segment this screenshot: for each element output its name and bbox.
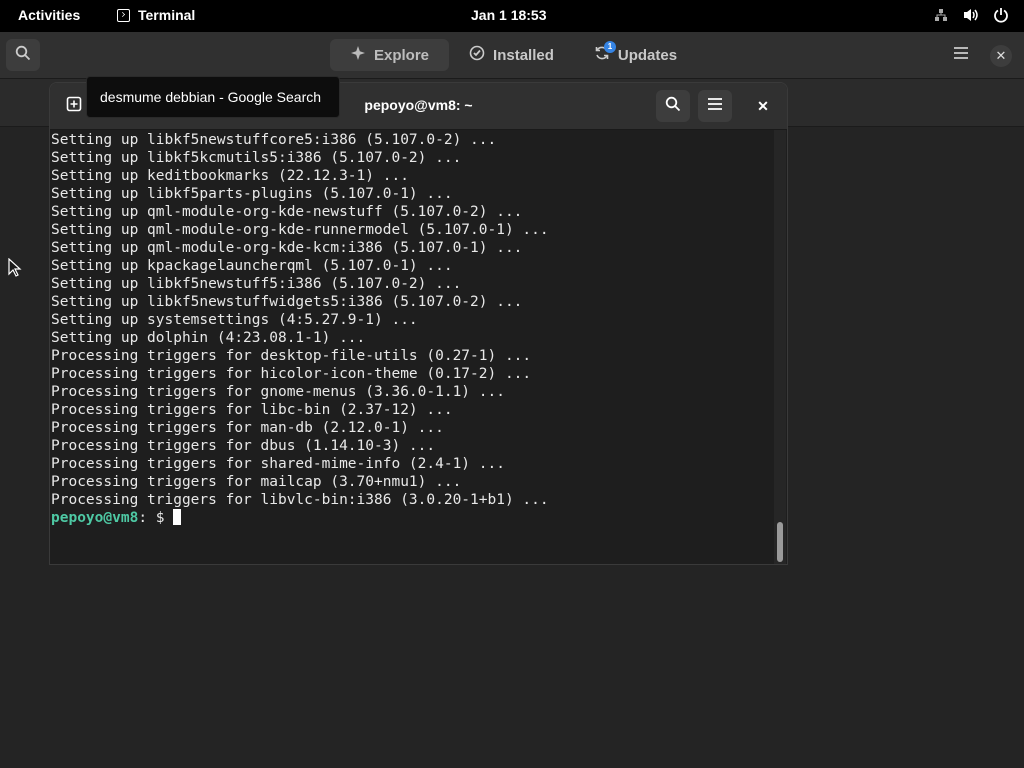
- system-tray[interactable]: [932, 6, 1010, 24]
- explore-icon: [350, 45, 366, 65]
- hamburger-icon: [953, 46, 969, 65]
- terminal-line: Setting up qml-module-org-kde-kcm:i386 (…: [51, 240, 523, 256]
- terminal-line: Setting up dolphin (4:23.08.1-1) ...: [51, 330, 366, 346]
- prompt-user: pepoyo@vm8: [51, 510, 139, 526]
- terminal-line: Setting up libkf5kcmutils5:i386 (5.107.0…: [51, 150, 462, 166]
- network-icon[interactable]: [932, 6, 950, 24]
- mouse-pointer-icon: [8, 257, 22, 283]
- terminal-line: Setting up qml-module-org-kde-runnermode…: [51, 222, 549, 238]
- terminal-line: Setting up libkf5newstuffwidgets5:i386 (…: [51, 294, 523, 310]
- updates-badge: 1: [604, 41, 616, 53]
- tab-updates-label: Updates: [617, 46, 678, 64]
- terminal-line: Processing triggers for mailcap (3.70+nm…: [51, 474, 462, 490]
- terminal-line: Setting up keditbookmarks (22.12.3-1) ..…: [51, 168, 409, 184]
- app-menu-label: Terminal: [138, 7, 196, 23]
- tab-explore-label: Explore: [374, 46, 430, 64]
- tab-updates[interactable]: Updates: [574, 39, 697, 71]
- terminal-line: Setting up qml-module-org-kde-newstuff (…: [51, 204, 523, 220]
- tab-installed-label: Installed: [493, 46, 554, 64]
- top-bar: Activities Terminal Jan 1 18:53: [0, 0, 1024, 32]
- terminal-close-button[interactable]: ✕: [750, 93, 776, 119]
- software-tabs: Explore Installed Updates: [330, 39, 697, 71]
- hamburger-icon: [707, 97, 723, 116]
- terminal-line: Setting up libkf5parts-plugins (5.107.0-…: [51, 186, 453, 202]
- close-icon: ✕: [995, 48, 1007, 63]
- software-menu-button[interactable]: [944, 39, 978, 71]
- terminal-line: Processing triggers for shared-mime-info…: [51, 456, 505, 472]
- terminal-output[interactable]: Setting up libkf5newstuffcore5:i386 (5.1…: [51, 130, 773, 563]
- terminal-line: Processing triggers for gnome-menus (3.3…: [51, 384, 505, 400]
- tab-installed[interactable]: Installed: [449, 39, 574, 71]
- terminal-line: Setting up libkf5newstuffcore5:i386 (5.1…: [51, 132, 497, 148]
- terminal-window: pepoyo@vm8: ~ ✕ Setting up libkf5newstuf…: [49, 82, 788, 565]
- terminal-prompt-line[interactable]: pepoyo@vm8: $: [51, 509, 549, 527]
- terminal-line: Setting up kpackagelauncherqml (5.107.0-…: [51, 258, 453, 274]
- app-menu[interactable]: Terminal: [117, 7, 195, 23]
- terminal-menu-button[interactable]: [698, 90, 732, 122]
- terminal-lines: Setting up libkf5newstuffcore5:i386 (5.1…: [51, 131, 549, 527]
- terminal-line: Setting up libkf5newstuff5:i386 (5.107.0…: [51, 276, 462, 292]
- scrollbar-thumb[interactable]: [777, 522, 783, 562]
- terminal-line: Processing triggers for dbus (1.14.10-3)…: [51, 438, 436, 454]
- text-cursor: [173, 509, 182, 525]
- terminal-search-button[interactable]: [656, 90, 690, 122]
- terminal-line: Processing triggers for man-db (2.12.0-1…: [51, 420, 444, 436]
- terminal-line: Processing triggers for libc-bin (2.37-1…: [51, 402, 453, 418]
- terminal-icon: [117, 8, 130, 22]
- installed-icon: [469, 45, 485, 65]
- software-close-button[interactable]: ✕: [990, 45, 1012, 67]
- search-icon: [15, 45, 31, 66]
- volume-icon[interactable]: [962, 6, 980, 24]
- terminal-line: Setting up systemsettings (4:5.27.9-1) .…: [51, 312, 418, 328]
- clock[interactable]: Jan 1 18:53: [471, 7, 547, 23]
- tooltip-text: desmume debbian - Google Search: [100, 89, 322, 105]
- window-tooltip: desmume debbian - Google Search: [86, 76, 340, 118]
- software-header: Explore Installed Updates: [0, 32, 1024, 79]
- terminal-line: Processing triggers for libvlc-bin:i386 …: [51, 492, 549, 508]
- prompt-rest: : $: [138, 510, 174, 526]
- software-search-button[interactable]: [6, 39, 40, 71]
- terminal-scrollbar[interactable]: [774, 130, 786, 564]
- power-icon[interactable]: [992, 6, 1010, 24]
- terminal-line: Processing triggers for hicolor-icon-the…: [51, 366, 532, 382]
- activities-button[interactable]: Activities: [18, 7, 80, 23]
- search-icon: [665, 96, 681, 117]
- tab-explore[interactable]: Explore: [330, 39, 450, 71]
- close-icon: ✕: [757, 97, 769, 114]
- terminal-line: Processing triggers for desktop-file-uti…: [51, 348, 532, 364]
